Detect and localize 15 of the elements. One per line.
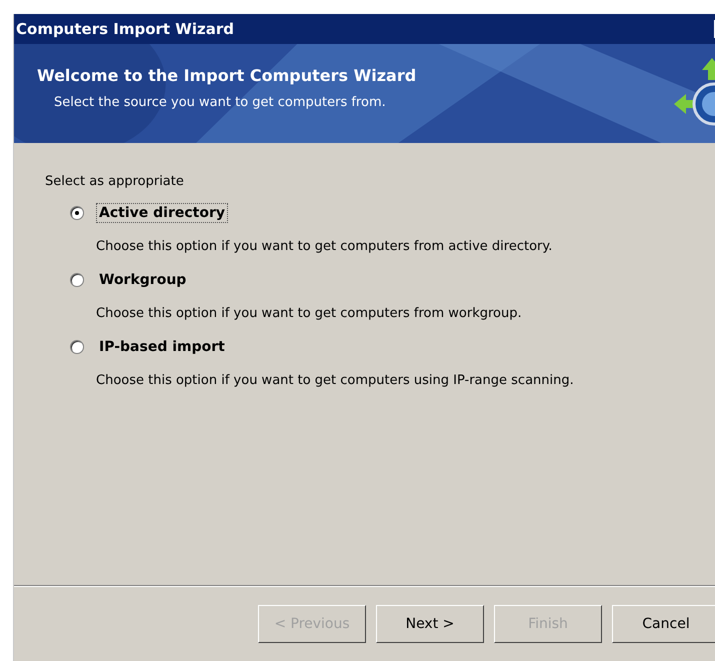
radio-button[interactable]	[70, 273, 84, 287]
option-label[interactable]: Active directory	[96, 203, 228, 223]
window-title: Computers Import Wizard	[16, 20, 234, 38]
wizard-button[interactable]: Next >	[376, 605, 484, 643]
option-label[interactable]: IP-based import	[96, 337, 228, 357]
instruction-text: Select as appropriate	[45, 174, 185, 189]
option-description: Choose this option if you want to get computers using IP-range scanning.	[95, 373, 575, 388]
option-description: Choose this option if you want to get computers from active directory.	[95, 239, 554, 254]
banner-subtitle: Select the source you want to get computers from.	[53, 94, 387, 110]
radio-button[interactable]	[70, 340, 84, 354]
banner-title: Welcome to the Import Computers Wizard	[37, 66, 416, 84]
wizard-button[interactable]: Cancel	[612, 605, 715, 643]
option-description: Choose this option if you want to get computers from workgroup.	[95, 306, 523, 321]
radio-button[interactable]	[70, 206, 84, 220]
option-label[interactable]: Workgroup	[96, 270, 190, 290]
